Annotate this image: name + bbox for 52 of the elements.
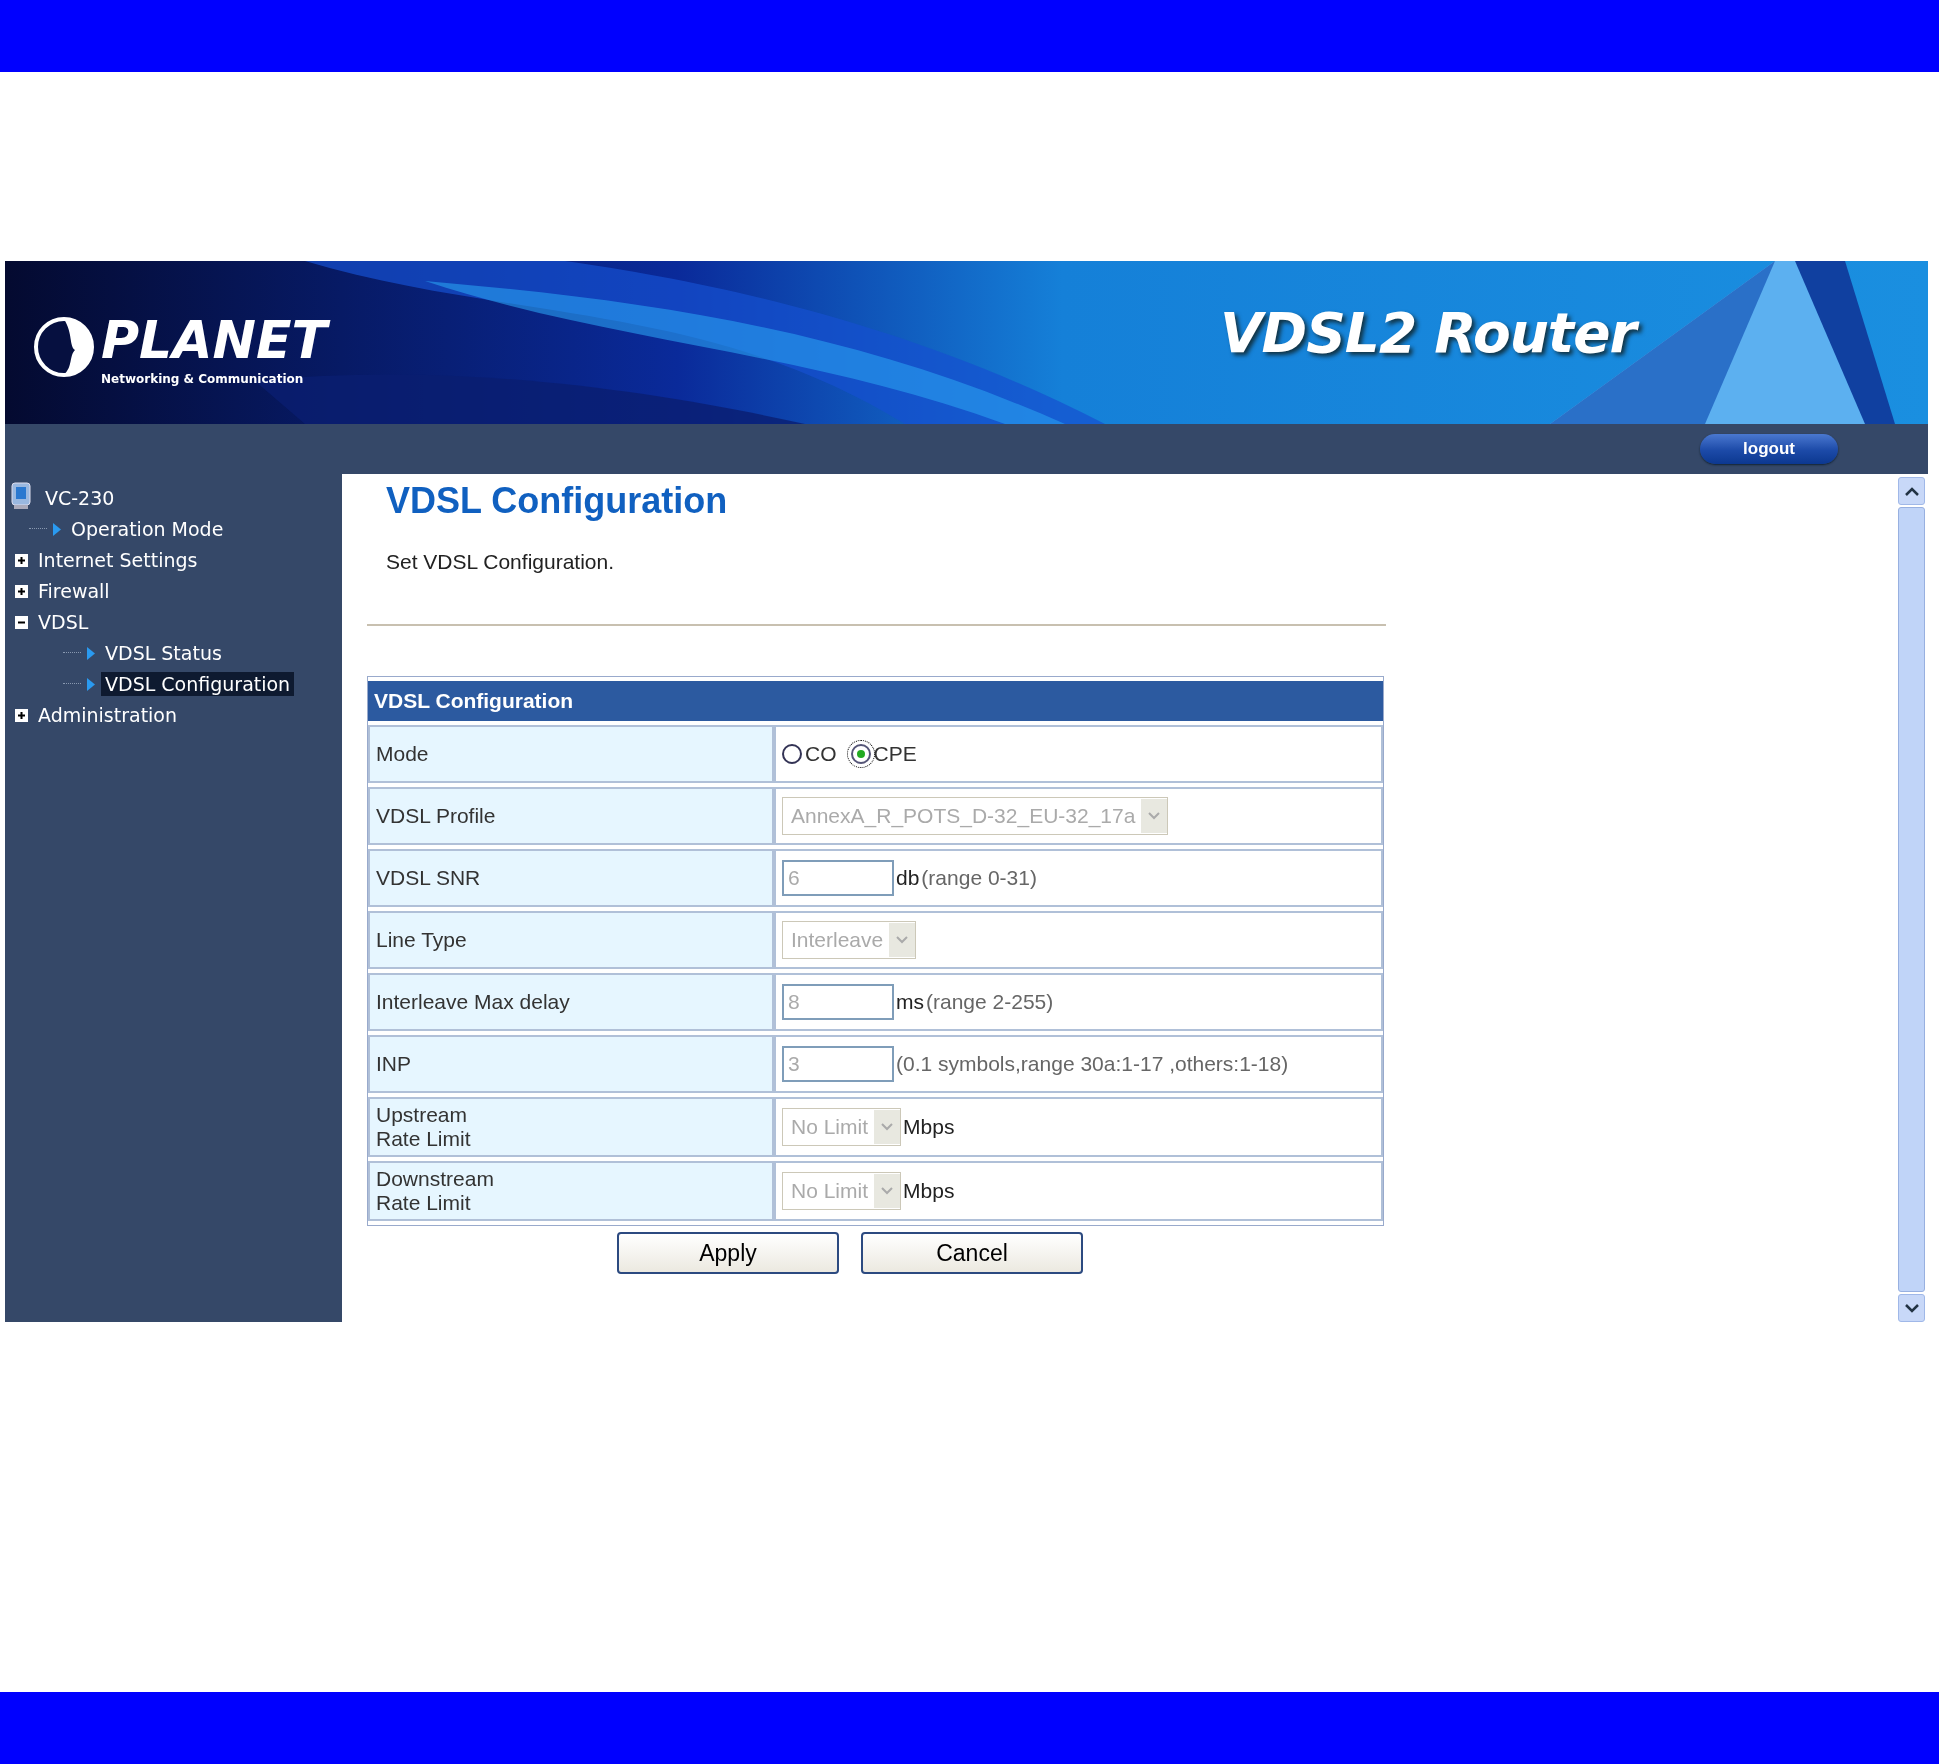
- nav-item[interactable]: VDSL Status: [101, 640, 226, 665]
- arrow-icon: [53, 522, 61, 536]
- field-label: Upstream Rate Limit: [368, 1097, 774, 1157]
- arrow-icon: [87, 646, 95, 660]
- logout-button[interactable]: logout: [1700, 434, 1838, 464]
- logo-icon: [33, 316, 95, 379]
- nav-item[interactable]: Operation Mode: [67, 516, 228, 541]
- unit-label: Mbps: [903, 1115, 955, 1139]
- radio-label: CPE: [873, 742, 917, 766]
- field-label: VDSL Profile: [368, 787, 774, 845]
- expand-icon[interactable]: [15, 553, 28, 567]
- caret-icon: [1148, 812, 1161, 820]
- radio-button[interactable]: [782, 744, 802, 764]
- nav-item[interactable]: Internet Settings: [34, 547, 202, 572]
- nav-item[interactable]: VC-230: [41, 485, 119, 510]
- field-label: Downstream Rate Limit: [368, 1161, 774, 1221]
- arrow-icon: [87, 677, 95, 691]
- unit-label: Mbps: [903, 1179, 955, 1203]
- scroll-up-button[interactable]: [1898, 477, 1925, 505]
- nav-item[interactable]: VDSL: [34, 609, 93, 634]
- unit-label: ms: [896, 990, 924, 1014]
- field-label: INP: [368, 1035, 774, 1093]
- field-label: Line Type: [368, 911, 774, 969]
- brand-tagline: Networking & Communication: [101, 373, 305, 386]
- page-description: Set VDSL Configuration.: [386, 550, 615, 574]
- hint-text: (range 2-255): [926, 990, 1054, 1014]
- form-button[interactable]: Cancel: [861, 1232, 1083, 1274]
- scroll-down-button[interactable]: [1898, 1294, 1925, 1322]
- caret-icon: [881, 1187, 894, 1195]
- expand-icon[interactable]: [15, 708, 28, 722]
- expand-icon[interactable]: [15, 584, 28, 598]
- nav-item[interactable]: VDSL Configuration: [101, 671, 295, 696]
- caret-icon: [881, 1123, 894, 1131]
- form-button[interactable]: Apply: [617, 1232, 839, 1274]
- nav-item[interactable]: Administration: [34, 702, 182, 727]
- brand-logo: PLANET: [101, 309, 337, 372]
- chevron-up-icon: [1904, 486, 1919, 496]
- hint-text: (range 0-31): [921, 866, 1037, 890]
- table-heading: VDSL Configuration: [368, 681, 1383, 721]
- hint-text: (0.1 symbols,range 30a:1-17 ,others:1-18): [896, 1052, 1289, 1076]
- page-title: VDSL Configuration: [385, 479, 728, 522]
- radio-label: CO: [805, 742, 837, 766]
- collapse-icon[interactable]: [15, 615, 28, 629]
- nav-item[interactable]: Firewall: [34, 578, 114, 603]
- field-label: VDSL SNR: [368, 849, 774, 907]
- unit-label: db: [896, 866, 920, 890]
- caret-icon: [896, 936, 909, 944]
- radio-button[interactable]: [850, 744, 871, 764]
- field-label: Interleave Max delay: [368, 973, 774, 1031]
- scrollbar-thumb[interactable]: [1898, 507, 1925, 1292]
- chevron-down-icon: [1904, 1303, 1919, 1313]
- field-label: Mode: [368, 725, 774, 783]
